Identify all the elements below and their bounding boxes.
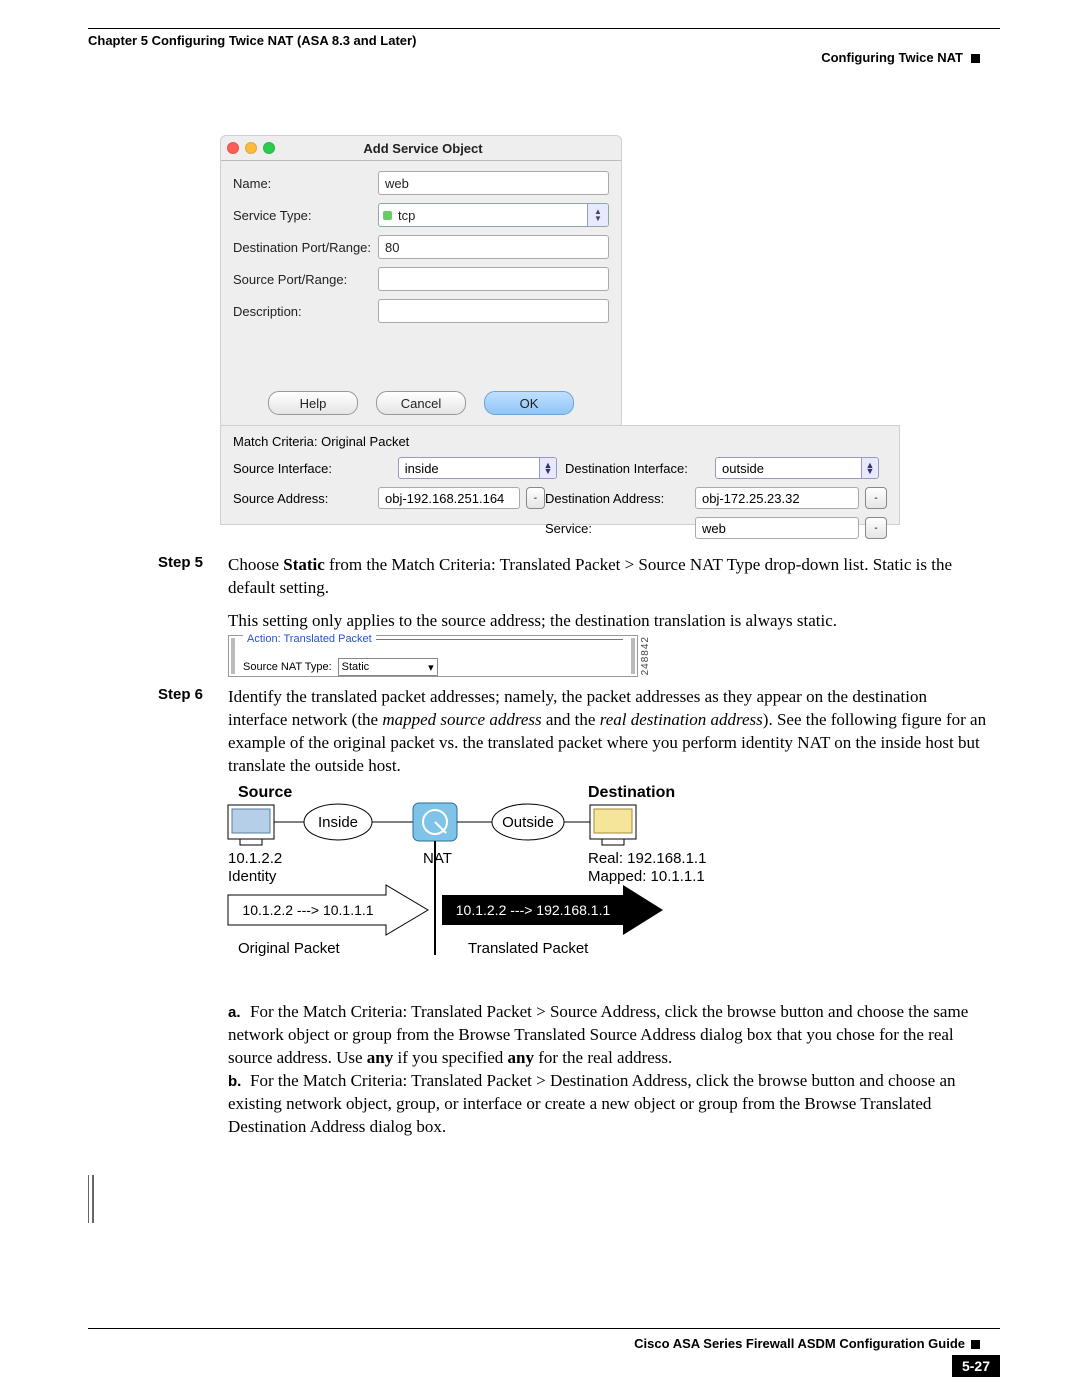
inside-cloud: Inside	[318, 814, 358, 831]
footer-title: Cisco ASA Series Firewall ASDM Configura…	[634, 1336, 980, 1351]
orig-label: Original Packet	[238, 940, 341, 957]
tcp-chip-icon	[383, 211, 392, 220]
minimize-icon[interactable]	[245, 142, 257, 154]
sub-b-letter: b.	[228, 1072, 250, 1092]
dest-port-input[interactable]: 80	[378, 235, 609, 259]
left-rule-icon	[88, 1175, 89, 1223]
service-type-select[interactable]: tcp ▲▼	[378, 203, 609, 227]
mini-legend: Action: Translated Packet	[243, 633, 376, 645]
dialog-title: Add Service Object	[275, 141, 621, 156]
figure-id: 248842	[640, 636, 651, 675]
chevron-updown-icon: ▲▼	[587, 204, 608, 226]
dst-mapped: Mapped: 10.1.1.1	[588, 868, 705, 885]
dst-addr-label: Destination Address:	[545, 491, 695, 506]
chevron-down-icon: ▾	[428, 661, 434, 674]
translated-packet-mini: Action: Translated Packet Source NAT Typ…	[228, 635, 638, 677]
cancel-button[interactable]: Cancel	[376, 391, 466, 415]
dst-if-label: Destination Interface:	[565, 461, 715, 476]
step5-num: Step 5	[158, 554, 203, 571]
src-ip: 10.1.2.2	[228, 850, 282, 867]
service-input[interactable]: web	[695, 517, 859, 539]
step6: Step 6 Identify the translated packet ad…	[158, 686, 990, 788]
match-title: Match Criteria: Original Packet	[233, 434, 887, 449]
step5-p2: This setting only applies to the source …	[228, 610, 990, 633]
dst-if-select[interactable]: outside▲▼	[715, 457, 879, 479]
outside-cloud: Outside	[502, 814, 554, 831]
src-if-select[interactable]: inside▲▼	[398, 457, 557, 479]
nat-label: NAT	[423, 850, 452, 867]
trans-label: Translated Packet	[468, 940, 589, 957]
match-criteria-panel: Match Criteria: Original Packet Source I…	[220, 425, 900, 525]
footer-square-icon	[971, 1340, 980, 1349]
dest-port-label: Destination Port/Range:	[233, 240, 378, 255]
destination-heading: Destination	[588, 784, 675, 801]
chevron-updown-icon: ▲▼	[861, 458, 878, 478]
nat-diagram: Source Destination Inside Outside	[228, 785, 888, 965]
source-nat-type-select[interactable]: Static▾	[338, 658, 438, 676]
sub-b: b.For the Match Criteria: Translated Pac…	[228, 1070, 990, 1149]
close-icon[interactable]	[227, 142, 239, 154]
dst-real: Real: 192.168.1.1	[588, 850, 706, 867]
step6-p1: Identify the translated packet addresses…	[228, 686, 990, 778]
orig-flow: 10.1.2.2 ---> 10.1.1.1	[242, 902, 373, 918]
service-type-label: Service Type:	[233, 208, 378, 223]
description-input[interactable]	[378, 299, 609, 323]
header-rule	[88, 28, 1000, 29]
step6-num: Step 6	[158, 686, 203, 703]
src-addr-input[interactable]: obj-192.168.251.164	[378, 487, 520, 509]
name-label: Name:	[233, 176, 378, 191]
page-number: 5-27	[952, 1355, 1000, 1377]
service-label: Service:	[545, 521, 695, 536]
browse-service-button[interactable]: -	[865, 517, 887, 539]
sub-a-letter: a.	[228, 1003, 250, 1023]
mini-row-label: Source NAT Type:	[243, 661, 332, 673]
browse-src-addr-button[interactable]: -	[526, 487, 545, 509]
header-section-text: Configuring Twice NAT	[821, 50, 963, 65]
src-addr-label: Source Address:	[233, 491, 378, 506]
page: Chapter 5 Configuring Twice NAT (ASA 8.3…	[0, 0, 1080, 1397]
ok-button[interactable]: OK	[484, 391, 574, 415]
footer-rule	[88, 1328, 1000, 1329]
source-heading: Source	[238, 784, 292, 801]
name-input[interactable]: web	[378, 171, 609, 195]
src-if-label: Source Interface:	[233, 461, 398, 476]
step5: Step 5 Choose Static from the Match Crit…	[158, 554, 990, 643]
left-rule-icon2	[92, 1175, 94, 1223]
header-chapter: Chapter 5 Configuring Twice NAT (ASA 8.3…	[88, 33, 416, 48]
source-port-label: Source Port/Range:	[233, 272, 378, 287]
header-section: Configuring Twice NAT	[821, 50, 980, 65]
dst-addr-input[interactable]: obj-172.25.23.32	[695, 487, 859, 509]
add-service-object-dialog: Add Service Object Name: web Service Typ…	[220, 135, 622, 428]
browse-dst-addr-button[interactable]: -	[865, 487, 887, 509]
sub-a: a.For the Match Criteria: Translated Pac…	[228, 1001, 990, 1080]
description-label: Description:	[233, 304, 378, 319]
header-square-icon	[971, 54, 980, 63]
help-button[interactable]: Help	[268, 391, 358, 415]
dialog-titlebar: Add Service Object	[221, 136, 621, 161]
trans-flow: 10.1.2.2 ---> 192.168.1.1	[456, 902, 611, 918]
chevron-updown-icon: ▲▼	[539, 458, 556, 478]
src-note: Identity	[228, 868, 277, 885]
zoom-icon[interactable]	[263, 142, 275, 154]
step5-p1: Choose Static from the Match Criteria: T…	[228, 554, 990, 600]
source-port-input[interactable]	[378, 267, 609, 291]
